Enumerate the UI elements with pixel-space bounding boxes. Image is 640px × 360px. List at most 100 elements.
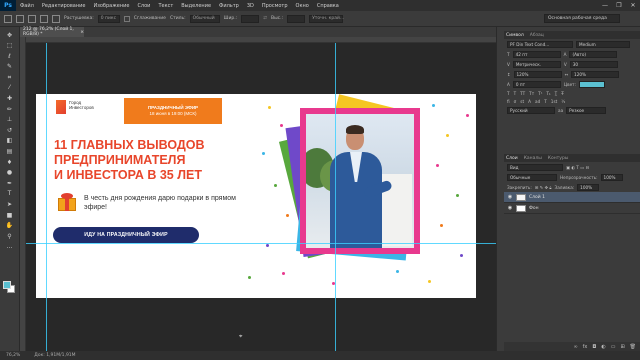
underline-button[interactable]: T̲ xyxy=(555,91,558,96)
style-select[interactable]: Обычный xyxy=(189,14,220,23)
menu-help[interactable]: Справка xyxy=(313,3,343,9)
menu-filter[interactable]: Фильтр xyxy=(215,3,243,9)
vertical-scale-input[interactable]: 120% xyxy=(513,70,562,78)
layer-row[interactable]: ◉ Фон xyxy=(504,203,640,214)
titling-button[interactable]: ad xyxy=(535,99,540,104)
opacity-input[interactable]: 100% xyxy=(600,173,623,181)
pen-icon[interactable]: ✒ xyxy=(4,179,16,188)
mask-icon[interactable]: ◘ xyxy=(592,344,596,350)
menu-window[interactable]: Окно xyxy=(292,3,313,9)
move-icon[interactable]: ✥ xyxy=(4,31,16,40)
hand-icon[interactable]: ✋ xyxy=(4,222,16,231)
tab-layers[interactable]: Слои xyxy=(506,156,518,161)
tracking-input[interactable]: 30 xyxy=(569,60,618,68)
small-caps-button[interactable]: Tт xyxy=(529,91,534,96)
baseline-input[interactable]: 0 пт xyxy=(512,80,561,88)
subtract-selection-icon[interactable] xyxy=(40,14,48,23)
add-selection-icon[interactable] xyxy=(28,14,36,23)
filter-icons[interactable]: ▣ ◐ T ▭ ⊟ xyxy=(566,165,589,170)
tab-channels[interactable]: Каналы xyxy=(524,156,542,161)
language-select[interactable]: Русский xyxy=(507,106,555,114)
type-icon[interactable]: T xyxy=(4,190,16,199)
workspace-select[interactable]: Основная рабочая среда xyxy=(544,14,620,23)
trash-icon[interactable]: 🗑︎ xyxy=(630,344,636,350)
antialias-select[interactable]: Резкое xyxy=(566,106,607,114)
collapsed-panels-strip[interactable] xyxy=(496,27,504,351)
superscript-button[interactable]: T¹ xyxy=(538,91,542,96)
menu-layers[interactable]: Слои xyxy=(133,3,154,9)
history-brush-icon[interactable]: ↺ xyxy=(4,126,16,135)
antialias-checkbox[interactable] xyxy=(123,15,130,22)
menu-select[interactable]: Выделение xyxy=(177,3,215,9)
artwork-banner[interactable]: Город Инвесторов ПРАЗДНИЧНЫЙ ЭФИР 18 июн… xyxy=(36,94,476,298)
quick-select-icon[interactable]: ✎ xyxy=(4,63,16,72)
intersect-selection-icon[interactable] xyxy=(52,14,60,23)
font-size-input[interactable]: 42 пт xyxy=(512,50,561,58)
document-tab[interactable]: 212 @ 76,2% (Слой 1, RGB/8) * × xyxy=(20,27,84,37)
tool-preset-icon[interactable] xyxy=(4,14,12,23)
fractions-button[interactable]: 1st xyxy=(551,99,558,104)
horizontal-scale-input[interactable]: 120% xyxy=(571,70,620,78)
new-selection-icon[interactable] xyxy=(16,14,24,23)
stamp-icon[interactable]: ⊥ xyxy=(4,116,16,125)
folder-icon[interactable]: ▭ xyxy=(611,344,616,350)
menu-file[interactable]: Файл xyxy=(16,3,38,9)
guide-vertical[interactable] xyxy=(335,43,336,351)
strikethrough-button[interactable]: T̶ xyxy=(561,91,564,96)
font-family-select[interactable]: PF Din Text Cond... xyxy=(507,40,573,48)
blend-mode-select[interactable]: Обычные xyxy=(507,173,557,181)
menu-type[interactable]: Текст xyxy=(154,3,177,9)
width-input[interactable] xyxy=(241,14,260,23)
swash-button[interactable]: st xyxy=(520,99,524,104)
marquee-icon[interactable]: ⬚ xyxy=(4,42,16,51)
layer-row[interactable]: ◉ Слой 1 xyxy=(504,192,640,203)
document-size[interactable]: Док: 1,91М/1,91М xyxy=(34,353,75,358)
new-layer-icon[interactable]: ⊞ xyxy=(620,344,624,350)
zoom-icon[interactable]: ⚲ xyxy=(4,232,16,241)
leading-input[interactable]: (Авто) xyxy=(569,50,618,58)
more-icon[interactable]: … xyxy=(4,243,16,252)
ligatures-button[interactable]: fi xyxy=(507,99,510,104)
lock-icons[interactable]: ⊞ ✎ ✥ 🔒︎ xyxy=(535,185,552,190)
feather-input[interactable]: 0 пикс xyxy=(97,14,120,23)
guide-vertical-left[interactable] xyxy=(46,43,47,351)
zoom-level[interactable]: 76,2% xyxy=(6,353,20,358)
visibility-eye-icon[interactable]: ◉ xyxy=(507,194,513,200)
refine-edge-button[interactable]: Уточн. край... xyxy=(309,14,344,23)
alternates-button[interactable]: A xyxy=(528,99,531,104)
dodge-icon[interactable]: ● xyxy=(4,169,16,178)
oldstyle-button[interactable]: σ xyxy=(514,99,517,104)
lasso-icon[interactable]: ℓ xyxy=(4,52,16,61)
menu-view[interactable]: Просмотр xyxy=(258,3,292,9)
foreground-color-swatch[interactable] xyxy=(3,281,11,289)
visibility-eye-icon[interactable]: ◉ xyxy=(507,205,513,211)
crop-icon[interactable]: ⌗ xyxy=(4,73,16,82)
all-caps-button[interactable]: TT xyxy=(520,91,525,96)
kerning-select[interactable]: Метрическ. xyxy=(512,60,561,68)
close-window-button[interactable]: ✕ xyxy=(626,0,640,11)
fill-input[interactable]: 100% xyxy=(577,183,600,191)
faux-bold-button[interactable]: T xyxy=(507,91,510,96)
height-input[interactable] xyxy=(287,14,306,23)
subscript-button[interactable]: T₁ xyxy=(546,91,550,96)
minimize-button[interactable]: — xyxy=(598,0,612,11)
menu-edit[interactable]: Редактирование xyxy=(38,3,90,9)
brush-icon[interactable]: ✏ xyxy=(4,105,16,114)
maximize-button[interactable]: ❐ xyxy=(612,0,626,11)
tab-character[interactable]: Символ xyxy=(506,33,524,38)
canvas-area[interactable]: Город Инвесторов ПРАЗДНИЧНЫЙ ЭФИР 18 июн… xyxy=(26,43,496,351)
gradient-icon[interactable]: ▤ xyxy=(4,148,16,157)
fx-icon[interactable]: fx xyxy=(583,344,588,350)
tab-paragraph[interactable]: Абзац xyxy=(530,33,544,38)
font-style-select[interactable]: Medium xyxy=(576,40,630,48)
half-fractions-button[interactable]: ½ xyxy=(561,99,565,104)
blur-icon[interactable]: ♦ xyxy=(4,158,16,167)
layer-filter-select[interactable]: Вид xyxy=(507,163,563,171)
heal-icon[interactable]: ✚ xyxy=(4,95,16,104)
swap-icon[interactable]: ⇄ xyxy=(263,16,267,21)
adjust-icon[interactable]: ◐ xyxy=(601,344,605,350)
path-select-icon[interactable]: ➤ xyxy=(4,201,16,210)
guide-horizontal[interactable] xyxy=(26,243,496,244)
tab-paths[interactable]: Контуры xyxy=(548,156,569,161)
menu-3d[interactable]: 3D xyxy=(243,3,258,9)
